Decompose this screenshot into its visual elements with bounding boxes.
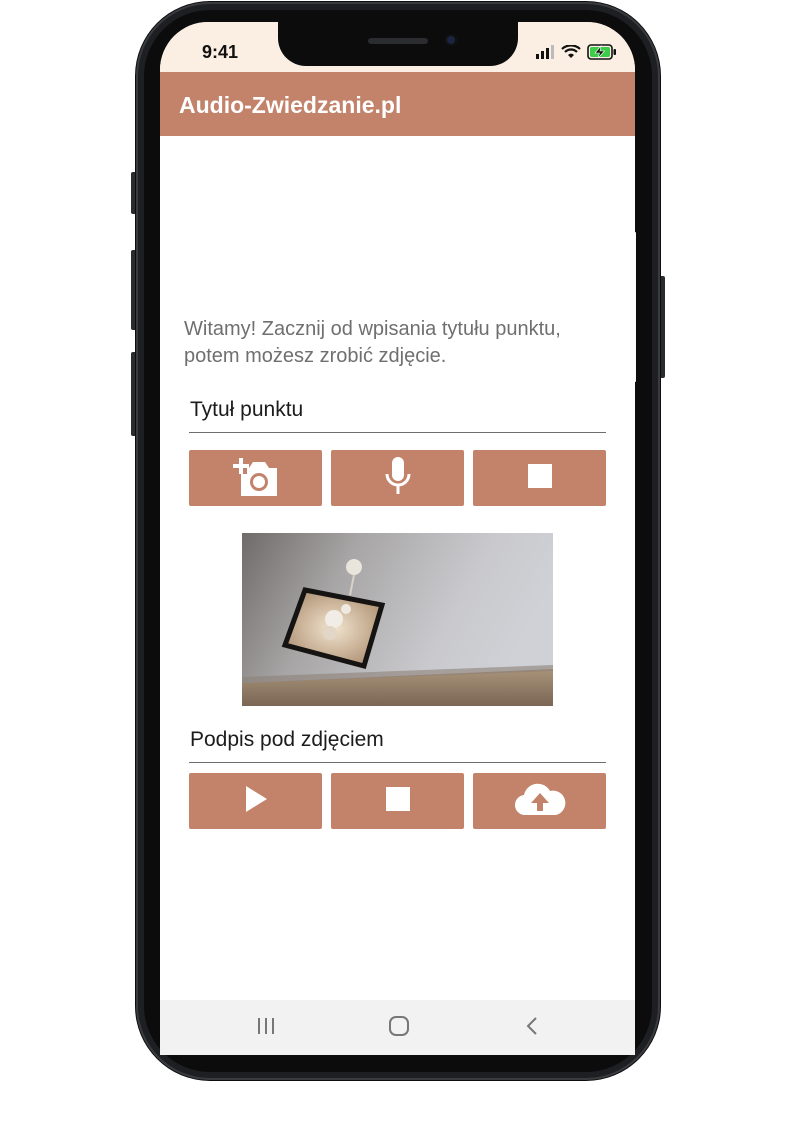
back-icon [524, 1016, 540, 1041]
welcome-text: Witamy! Zacznij od wpisania tytułu punkt… [184, 318, 561, 367]
play-icon [243, 785, 269, 818]
app-header: Audio-Zwiedzanie.pl [160, 72, 635, 136]
microphone-icon [383, 455, 413, 502]
back-button[interactable] [517, 1014, 547, 1042]
phone-screen: 9:41 Audio-Zwiedzanie.pl Witamy! Zacznij… [160, 22, 635, 1055]
stop-icon [385, 786, 411, 817]
wifi-icon [561, 44, 581, 64]
upload-button[interactable] [473, 773, 606, 829]
photo-caption-input[interactable]: Podpis pod zdjęciem [189, 722, 606, 763]
app-title: Audio-Zwiedzanie.pl [179, 92, 402, 118]
take-photo-button[interactable] [189, 450, 322, 506]
home-button[interactable] [384, 1014, 414, 1042]
add-photo-icon [231, 454, 281, 503]
play-button[interactable] [189, 773, 322, 829]
stop-icon [527, 463, 553, 494]
home-icon [388, 1015, 410, 1042]
status-time: 9:41 [202, 42, 239, 62]
signal-icon [535, 45, 555, 64]
point-title-value: Tytuł punktu [190, 398, 304, 421]
front-camera [445, 34, 457, 46]
record-controls [189, 450, 606, 506]
point-title-input[interactable]: Tytuł punktu [189, 392, 606, 433]
battery-charging-icon [587, 44, 617, 65]
stop-recording-button[interactable] [473, 450, 606, 506]
stop-playback-button[interactable] [331, 773, 464, 829]
speaker-grille [368, 38, 428, 44]
photo-caption-value: Podpis pod zdjęciem [190, 728, 384, 751]
notch [278, 22, 518, 66]
recent-apps-button[interactable] [251, 1014, 281, 1042]
status-icons [535, 44, 617, 65]
status-bar: 9:41 [160, 22, 635, 72]
playback-controls [189, 773, 606, 829]
android-nav-bar [160, 1000, 635, 1055]
cloud-upload-icon [514, 781, 566, 822]
recent-apps-icon [256, 1017, 276, 1040]
captured-photo [242, 533, 553, 706]
record-audio-button[interactable] [331, 450, 464, 506]
